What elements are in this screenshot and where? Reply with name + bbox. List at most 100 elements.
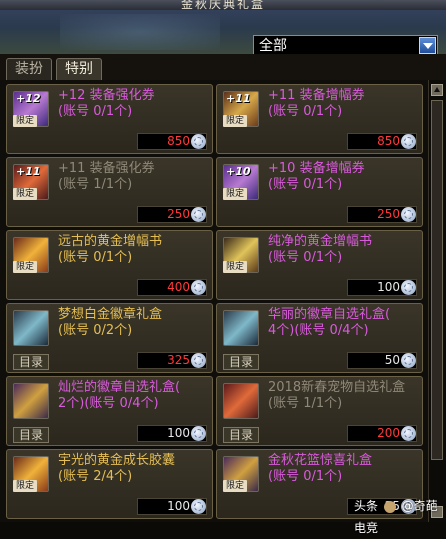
catalog-button[interactable]: 目录 [223, 427, 259, 443]
item-name: 2018新春宠物自选礼盒 [268, 380, 406, 395]
cera-coin-icon [401, 353, 416, 368]
pet-box-icon [223, 383, 259, 419]
item-price: 100 [377, 280, 400, 294]
item-name: 梦想白金徽章礼盒 [58, 307, 163, 322]
item-price: 325 [167, 353, 190, 367]
item-name: 金秋花篮惊喜礼盒 [268, 453, 373, 468]
item-card[interactable]: 目录 2018新春宠物自选礼盒 (账号 1/1个) 200 [216, 376, 423, 446]
amplify-ticket-icon: +11 限定 [223, 91, 259, 127]
price-box: 200 [347, 425, 417, 442]
watermark: 头条 @奇葩电竞 [354, 495, 444, 535]
price-box: 100 [347, 279, 417, 296]
price-box: 850 [137, 133, 207, 150]
item-price: 50 [384, 353, 400, 367]
item-limit: (账号 0/1个) [268, 177, 343, 192]
item-price: 400 [167, 280, 190, 294]
chevron-down-icon[interactable] [419, 37, 436, 54]
cera-coin-icon [401, 426, 416, 441]
item-name: +11 装备增幅券 [268, 88, 365, 103]
limited-badge: 限定 [13, 261, 37, 273]
item-card[interactable]: 目录 灿烂的徽章自选礼盒( 2个)(账号 0/4个) 100 [6, 376, 213, 446]
enhance-ticket-icon: +12 限定 [13, 91, 49, 127]
watermark-source: 头条 [354, 499, 379, 513]
golden-book-icon: 限定 [13, 237, 49, 273]
item-price: 250 [167, 207, 190, 221]
cera-coin-icon [191, 280, 206, 295]
item-limit: 2个)(账号 0/4个) [58, 396, 159, 411]
cera-coin-icon [191, 353, 206, 368]
amplify-ticket-icon: +10 限定 [223, 164, 259, 200]
item-name: 宇光的黄金成长胶囊 [58, 453, 176, 468]
item-card[interactable]: 限定 远古的黄金增幅书 (账号 0/1个) 400 [6, 230, 213, 300]
limited-badge: 限定 [13, 188, 37, 200]
scroll-thumb[interactable] [431, 100, 443, 460]
item-card[interactable]: 目录 梦想白金徽章礼盒 (账号 0/2个) 325 [6, 303, 213, 373]
item-card[interactable]: +11 限定 +11 装备增幅券 (账号 0/1个) 850 [216, 84, 423, 154]
price-box: 400 [137, 279, 207, 296]
tab-special[interactable]: 特别 [56, 58, 102, 80]
price-box: 850 [347, 133, 417, 150]
item-limit: (账号 0/1个) [58, 104, 133, 119]
item-limit: 4个)(账号 0/4个) [268, 323, 369, 338]
category-dropdown[interactable]: 全部 [253, 35, 438, 56]
limited-badge: 限定 [223, 480, 247, 492]
cera-coin-icon [191, 207, 206, 222]
price-box: 100 [137, 425, 207, 442]
cera-coin-icon [401, 280, 416, 295]
item-price: 850 [377, 134, 400, 148]
window-title: 金秋庆典礼盒 [180, 0, 265, 10]
item-card[interactable]: 限定 宇光的黄金成长胶囊 (账号 2/4个) 100 [6, 449, 213, 519]
category-dropdown-value: 全部 [259, 38, 287, 54]
item-limit: (账号 0/1个) [58, 250, 133, 265]
badge-box-icon [13, 383, 49, 419]
item-name: 纯净的黄金增幅书 [268, 234, 373, 249]
enhance-ticket-icon: +11 限定 [13, 164, 49, 200]
cera-coin-icon [401, 207, 416, 222]
item-limit: (账号 0/1个) [268, 104, 343, 119]
cera-coin-icon [401, 134, 416, 149]
item-name: +10 装备增幅券 [268, 161, 365, 176]
price-box: 250 [347, 206, 417, 223]
item-grid: +12 限定 +12 装备强化券 (账号 0/1个) 850 +11 限定 +1… [0, 80, 428, 522]
catalog-button[interactable]: 目录 [13, 427, 49, 443]
item-name: 远古的黄金增幅书 [58, 234, 163, 249]
tab-bar: 装扮 特别 [0, 54, 446, 80]
golden-book-icon: 限定 [223, 237, 259, 273]
item-price: 200 [377, 426, 400, 440]
catalog-button[interactable]: 目录 [13, 354, 49, 370]
limited-badge: 限定 [223, 115, 247, 127]
item-card[interactable]: +12 限定 +12 装备强化券 (账号 0/1个) 850 [6, 84, 213, 154]
flower-basket-icon: 限定 [223, 456, 259, 492]
badge-box-icon [223, 310, 259, 346]
window-titlebar: 金秋庆典礼盒 [0, 0, 446, 10]
price-box: 325 [137, 352, 207, 369]
item-card[interactable]: 限定 纯净的黄金增幅书 (账号 0/1个) 100 [216, 230, 423, 300]
item-limit: (账号 1/1个) [268, 396, 343, 411]
price-box: 250 [137, 206, 207, 223]
filter-bar: 全部 [0, 10, 446, 56]
cera-coin-icon [191, 134, 206, 149]
item-price: 250 [377, 207, 400, 221]
cera-coin-icon [191, 426, 206, 441]
item-card[interactable]: +11 限定 +11 装备强化券 (账号 1/1个) 250 [6, 157, 213, 227]
item-limit: (账号 0/1个) [268, 250, 343, 265]
price-box: 50 [347, 352, 417, 369]
item-name: +11 装备强化券 [58, 161, 155, 176]
item-name: +12 装备强化券 [58, 88, 155, 103]
growth-capsule-icon: 限定 [13, 456, 49, 492]
avatar-icon [383, 500, 396, 513]
scroll-up-icon[interactable] [431, 84, 443, 96]
tab-cosmetics[interactable]: 装扮 [6, 58, 52, 80]
item-price: 100 [167, 426, 190, 440]
item-card[interactable]: 目录 华丽的徽章自选礼盒( 4个)(账号 0/4个) 50 [216, 303, 423, 373]
item-price: 100 [167, 499, 190, 513]
price-box: 100 [137, 498, 207, 515]
item-card[interactable]: +10 限定 +10 装备增幅券 (账号 0/1个) 250 [216, 157, 423, 227]
catalog-button[interactable]: 目录 [223, 354, 259, 370]
vertical-scrollbar[interactable] [428, 80, 446, 522]
badge-box-icon [13, 310, 49, 346]
limited-badge: 限定 [223, 261, 247, 273]
item-limit: (账号 0/1个) [268, 469, 343, 484]
limited-badge: 限定 [13, 480, 37, 492]
item-limit: (账号 2/4个) [58, 469, 133, 484]
